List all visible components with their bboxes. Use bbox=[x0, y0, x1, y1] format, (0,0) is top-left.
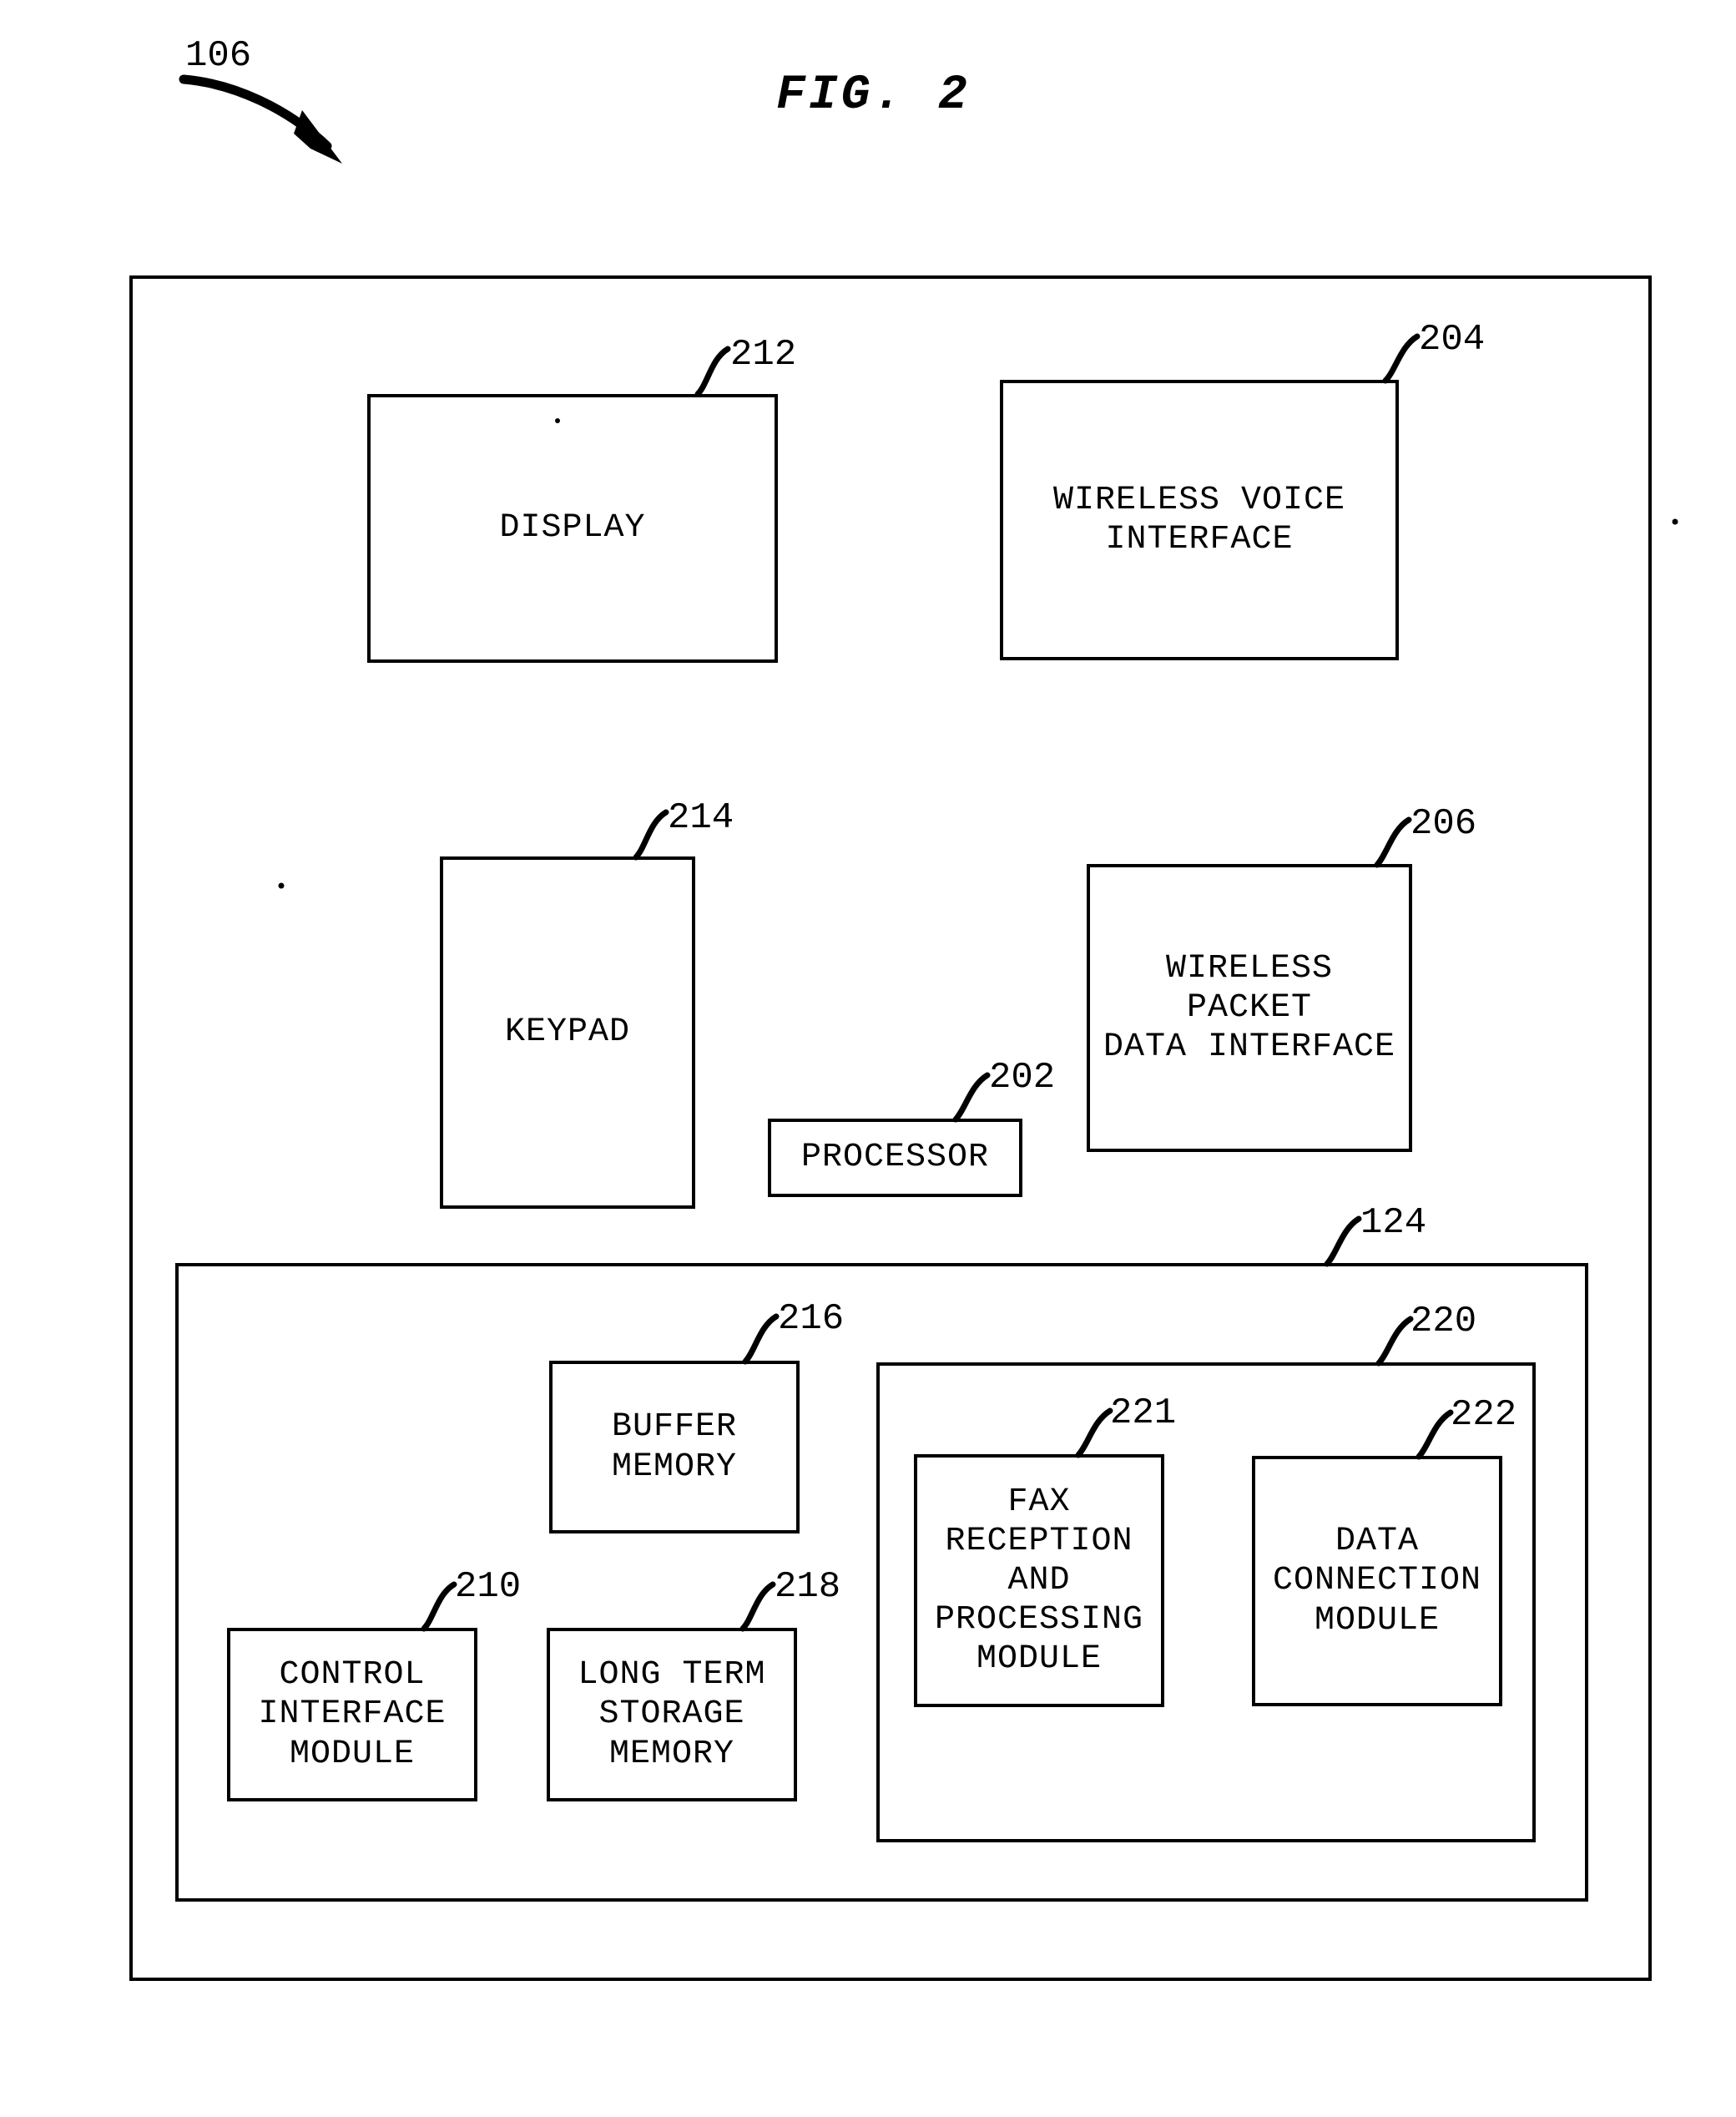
block-fax-reception-and-processing-module: FAX RECEPTION AND PROCESSING MODULE bbox=[914, 1454, 1164, 1707]
reference-numeral-222: 222 bbox=[1451, 1394, 1517, 1436]
block-wireless-voice-interface: WIRELESS VOICE INTERFACE bbox=[1000, 380, 1399, 660]
block-control-interface-module-label: CONTROL INTERFACE MODULE bbox=[258, 1656, 447, 1773]
block-long-term-storage-memory: LONG TERM STORAGE MEMORY bbox=[547, 1628, 797, 1801]
figure-title: FIG. 2 bbox=[776, 68, 971, 123]
reference-numeral-204: 204 bbox=[1419, 319, 1486, 361]
reference-numeral-214: 214 bbox=[668, 797, 734, 839]
reference-numeral-210: 210 bbox=[455, 1566, 522, 1608]
block-wireless-packet-data-interface-label: WIRELESS PACKET DATA INTERFACE bbox=[1103, 949, 1396, 1067]
block-processor: PROCESSOR bbox=[768, 1119, 1022, 1197]
block-display-label: DISPLAY bbox=[499, 509, 646, 548]
block-fax-reception-and-processing-module-label: FAX RECEPTION AND PROCESSING MODULE bbox=[934, 1483, 1144, 1679]
reference-numeral-206: 206 bbox=[1410, 803, 1477, 845]
block-buffer-memory-label: BUFFER MEMORY bbox=[611, 1408, 738, 1486]
block-display: DISPLAY bbox=[367, 394, 778, 663]
leader-arrow-106 bbox=[179, 74, 332, 151]
arrowhead-106 bbox=[294, 110, 342, 164]
block-long-term-storage-memory-label: LONG TERM STORAGE MEMORY bbox=[578, 1656, 766, 1773]
patent-figure-page: FIG. 2 106 DISPLAY 212 WIRELESS VOICE IN… bbox=[0, 0, 1736, 2117]
reference-numeral-124: 124 bbox=[1360, 1202, 1427, 1244]
reference-numeral-221: 221 bbox=[1110, 1392, 1177, 1434]
block-processor-label: PROCESSOR bbox=[800, 1139, 990, 1177]
scan-speck-3 bbox=[1672, 518, 1678, 525]
reference-numeral-218: 218 bbox=[775, 1566, 841, 1608]
block-keypad: KEYPAD bbox=[440, 856, 695, 1209]
reference-numeral-212: 212 bbox=[730, 334, 797, 376]
block-keypad-label: KEYPAD bbox=[504, 1013, 631, 1052]
block-wireless-voice-interface-label: WIRELESS VOICE INTERFACE bbox=[1052, 481, 1346, 558]
block-wireless-packet-data-interface: WIRELESS PACKET DATA INTERFACE bbox=[1087, 864, 1412, 1152]
block-data-connection-module: DATA CONNECTION MODULE bbox=[1252, 1456, 1502, 1706]
reference-numeral-220: 220 bbox=[1410, 1301, 1477, 1342]
block-control-interface-module: CONTROL INTERFACE MODULE bbox=[227, 1628, 477, 1801]
reference-numeral-216: 216 bbox=[778, 1298, 845, 1340]
block-data-connection-module-label: DATA CONNECTION MODULE bbox=[1272, 1523, 1482, 1640]
block-buffer-memory: BUFFER MEMORY bbox=[549, 1361, 800, 1533]
reference-numeral-106: 106 bbox=[185, 35, 252, 77]
reference-numeral-202: 202 bbox=[989, 1057, 1056, 1099]
